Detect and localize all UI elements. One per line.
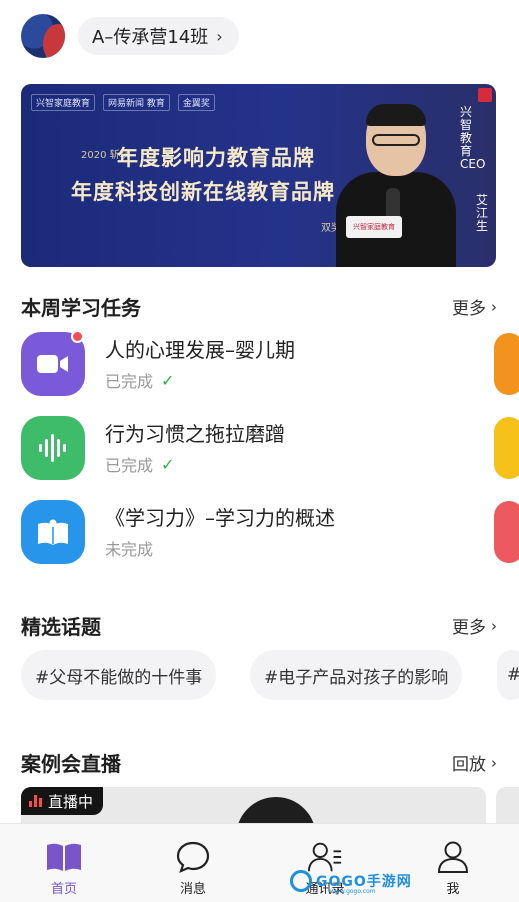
live-section-title: 案例会直播 — [21, 752, 121, 776]
nav-home[interactable]: 首页 — [19, 824, 109, 902]
class-selector-button[interactable]: A–传承营14班 › — [78, 17, 239, 55]
chevron-right-icon: › — [216, 26, 223, 46]
open-book-icon — [21, 500, 85, 564]
next-page-card-peek[interactable] — [494, 501, 519, 563]
banner-person-image: 兴智家庭教育 — [336, 104, 456, 267]
task-item[interactable]: 人的心理发展–婴儿期 已完成 ✓ — [21, 330, 491, 404]
check-icon: ✓ — [161, 370, 175, 390]
next-page-card-peek[interactable] — [494, 417, 519, 479]
more-label: 更多 — [452, 299, 486, 319]
avatar[interactable] — [21, 14, 65, 58]
watermark: GOGO手游网 www.gogo.com — [290, 868, 412, 895]
nav-messages[interactable]: 消息 — [148, 824, 238, 902]
task-status-label: 已完成 — [105, 372, 154, 391]
check-icon: ✓ — [161, 454, 175, 474]
replay-label: 回放 — [452, 755, 486, 775]
person-icon — [435, 840, 471, 874]
replay-link[interactable]: 回放 › — [452, 750, 497, 776]
chat-bubble-icon — [175, 840, 211, 874]
banner-corner-badge — [478, 88, 492, 102]
task-status: 未完成 — [105, 536, 153, 560]
banner-vertical-title: 兴智教育CEO — [460, 105, 486, 171]
topic-chip[interactable]: #电子产品对孩子的影响 — [250, 650, 463, 700]
live-bars-icon — [29, 795, 42, 807]
live-badge-label: 直播中 — [48, 792, 94, 811]
live-badge: 直播中 — [21, 787, 104, 815]
task-item[interactable]: 《学习力》–学习力的概述 未完成 — [21, 500, 491, 572]
top-header: A–传承营14班 › — [0, 0, 519, 74]
nav-label: 消息 — [179, 882, 206, 897]
watermark-logo-icon — [290, 870, 312, 892]
task-status: 已完成 ✓ — [105, 452, 174, 476]
chevron-right-icon: › — [491, 616, 497, 635]
task-title: 行为习惯之拖拉磨蹭 — [105, 422, 285, 446]
banner-card-text: 兴智家庭教育 — [346, 216, 402, 238]
banner-logos: 兴智家庭教育 网易新闻 教育 金翼奖 — [31, 94, 215, 111]
next-page-card-peek[interactable] — [494, 333, 519, 395]
tasks-section-title: 本周学习任务 — [21, 296, 141, 320]
nav-me[interactable]: 我 — [408, 824, 498, 902]
topic-chip[interactable]: # — [497, 650, 519, 700]
watermark-sub: www.gogo.com — [330, 888, 376, 895]
chevron-right-icon: › — [491, 753, 497, 772]
task-status-label: 已完成 — [105, 456, 154, 475]
unread-dot — [71, 330, 84, 343]
task-title: 《学习力》–学习力的概述 — [105, 506, 335, 530]
banner-logo: 兴智家庭教育 — [31, 94, 96, 111]
book-icon — [46, 840, 82, 874]
class-name: A–传承营14班 — [92, 27, 209, 48]
nav-label: 首页 — [50, 882, 77, 897]
tasks-more-link[interactable]: 更多 › — [452, 294, 497, 320]
banner-headline-2: 年度科技创新在线教育品牌 — [71, 179, 335, 204]
topics-more-link[interactable]: 更多 › — [452, 613, 497, 639]
banner-headline-1: 年度影响力教育品牌 — [117, 145, 315, 170]
banner-logo: 网易新闻 教育 — [103, 94, 170, 111]
nav-label: 我 — [446, 882, 460, 897]
task-status-label: 未完成 — [105, 540, 154, 559]
banner-logo: 金翼奖 — [177, 94, 215, 111]
task-item[interactable]: 行为习惯之拖拉磨蹭 已完成 ✓ — [21, 416, 491, 488]
bottom-navigation: 首页 消息 通讯录 我 — [0, 823, 519, 902]
promo-banner[interactable]: 兴智家庭教育 网易新闻 教育 金翼奖 2020 斩获 年度影响力教育品牌 年度科… — [21, 84, 496, 267]
chevron-right-icon: › — [491, 297, 497, 316]
banner-vertical-name: 艾江生 — [476, 193, 489, 233]
more-label: 更多 — [452, 618, 486, 638]
topic-chip[interactable]: #父母不能做的十件事 — [21, 650, 217, 700]
task-title: 人的心理发展–婴儿期 — [105, 338, 295, 362]
audio-wave-icon — [21, 416, 85, 480]
topics-section-title: 精选话题 — [21, 615, 101, 639]
task-status: 已完成 ✓ — [105, 368, 174, 392]
